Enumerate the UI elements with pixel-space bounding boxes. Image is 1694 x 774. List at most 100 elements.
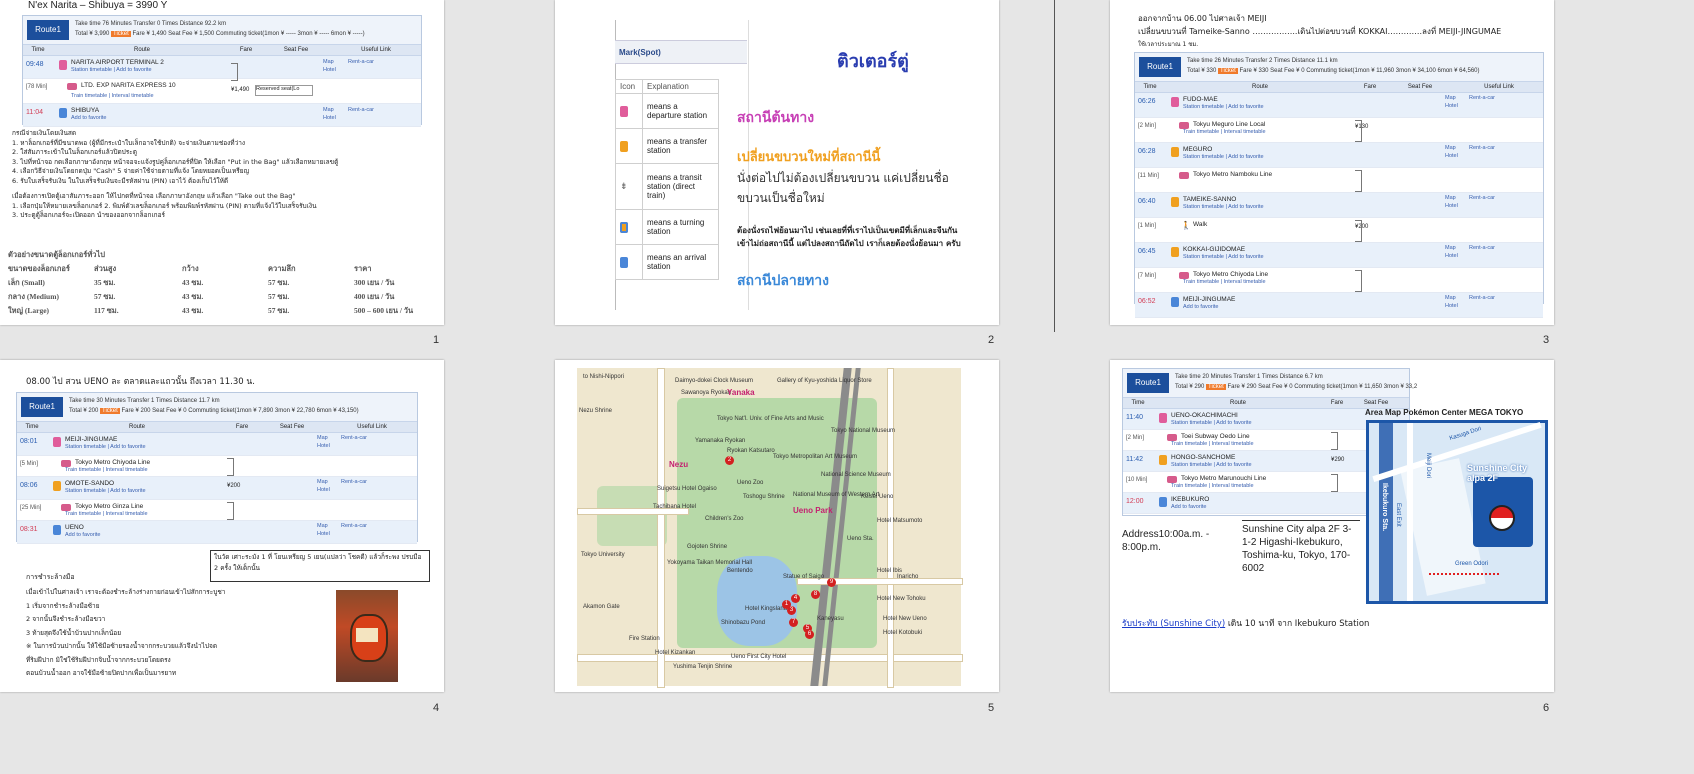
map-pin-icon[interactable]: 6: [805, 630, 814, 639]
rent-a-car-link[interactable]: Rent-a-car: [341, 523, 367, 529]
rent-a-car-link[interactable]: Rent-a-car: [1469, 195, 1495, 201]
fare-value: ¥1,490: [231, 87, 250, 93]
route-panel: Route1 Take time 30 Minutes Transfer 1 T…: [16, 392, 418, 544]
rent-a-car-link[interactable]: Rent-a-car: [348, 107, 374, 113]
map-link[interactable]: Map: [1445, 195, 1456, 201]
map-link[interactable]: Map: [1445, 95, 1456, 101]
map-link[interactable]: Map: [1445, 245, 1456, 251]
hotel-link[interactable]: Hotel: [1445, 153, 1458, 159]
map-label: to Nishi-Nippori: [583, 374, 625, 380]
map-pin-icon[interactable]: 8: [811, 590, 820, 599]
purify-line: ※ ในการบ้วนปากนั้น ให้ใช้มือซ้ายรองน้ำจา…: [26, 642, 218, 650]
map-label: Fire Station: [629, 636, 660, 642]
departure-text: สถานีต้นทาง: [737, 110, 815, 126]
route-columns: Time Route Fare Seat Fee Useful Link: [17, 422, 417, 433]
route-panel: Route1 Take time 26 Minutes Transfer 2 T…: [1134, 52, 1544, 318]
map-label: Keisei Ueno: [861, 494, 894, 500]
map-link[interactable]: Map: [1445, 145, 1456, 151]
map-label: Ryokan Katsutaro: [727, 448, 775, 454]
walk-icon: 🚶: [1181, 221, 1191, 230]
ueno-map: to Nishi-Nippori Daimyo-dokei Clock Museu…: [577, 368, 963, 688]
route-row[interactable]: 08:31 UENO Add to favorite Map Rent-a-car Hot…: [17, 521, 417, 544]
departure-icon: [59, 60, 67, 70]
seat-select[interactable]: Reserved seat(Lo: [255, 85, 313, 96]
route-row[interactable]: [25 Min] Tokyo Metro Ginza Line Train time…: [17, 500, 417, 521]
route-row[interactable]: 11:04 SHIBUYA Add to favorite Map Rent-a…: [23, 104, 421, 127]
map-label: Statue of Saigo: [783, 574, 825, 580]
note-line: 2. ใส่สัมภาระเข้าในในล็อกเกอร์แล้วปิดประ…: [12, 148, 138, 156]
route-row[interactable]: 09:48 NARITA AIRPORT TERMINAL 2 Station …: [23, 56, 421, 79]
route-row[interactable]: [2 Min] Tokyu Meguro Line Local Train time…: [1135, 118, 1543, 143]
route-row[interactable]: 06:45 KOKKAI-GIJIDOMAE Station timetable |…: [1135, 243, 1543, 268]
turning-text: ต้องนั่งรถไฟย้อนมาไป เช่นเลยที่ที่เราไปเ…: [737, 226, 961, 248]
route-row[interactable]: [78 Min] LTD. EXP NARITA EXPRESS 10 Trai…: [23, 79, 421, 104]
slide-4[interactable]: 08.00 ไป สวน UENO ละ ตลาดและแถวนั้น ถึงเ…: [0, 360, 444, 692]
hotel-link[interactable]: Hotel: [317, 443, 330, 449]
slide-2[interactable]: Mark(Spot) Icon Explanation means a depar…: [555, 0, 999, 325]
route-row[interactable]: [7 Min] Tokyo Metro Chiyoda Line Train tim…: [1135, 268, 1543, 293]
slide-number: 6: [1543, 702, 1550, 714]
route-row[interactable]: [1 Min] 🚶 Walk ¥200: [1135, 218, 1543, 243]
hotel-link[interactable]: Hotel: [1445, 253, 1458, 259]
route-row[interactable]: [11 Min] Tokyo Metro Namboku Line: [1135, 168, 1543, 193]
rent-a-car-link[interactable]: Rent-a-car: [348, 59, 374, 65]
transfer-icon: [53, 481, 61, 491]
rent-a-car-link[interactable]: Rent-a-car: [1469, 295, 1495, 301]
map-label: Daimyo-dokei Clock Museum: [675, 378, 754, 384]
rent-a-car-link[interactable]: Rent-a-car: [1469, 245, 1495, 251]
hotel-link[interactable]: Hotel: [1445, 203, 1458, 209]
rent-a-car-link[interactable]: Rent-a-car: [1469, 95, 1495, 101]
hotel-link[interactable]: Hotel: [323, 67, 336, 73]
rent-a-car-link[interactable]: Rent-a-car: [341, 435, 367, 441]
route-badge: Route1: [1127, 373, 1169, 393]
map-link[interactable]: Map: [323, 59, 334, 65]
sunshine-city-link[interactable]: รับประทับ (Sunshine City): [1122, 619, 1225, 629]
route-row[interactable]: 06:28 MEGURO Station timetable | Add to fa…: [1135, 143, 1543, 168]
route-row[interactable]: 06:52 MEIJI-JINGUMAE Add to favorite Map Ren…: [1135, 293, 1543, 318]
locker-size-table: ขนาดของล็อกเกอร์ ส่วนสูง กว้าง ความลึก ราคา …: [8, 264, 414, 315]
map-label: Hotel Kingsland: [745, 606, 788, 612]
map-label: Gallery of Kyu-yoshida Liquor Store: [777, 378, 872, 384]
hotel-link[interactable]: Hotel: [1445, 303, 1458, 309]
slide-6[interactable]: Route1 Take time 20 Minutes Transfer 1 T…: [1110, 360, 1554, 692]
transfer-text: เปลี่ยนขบวนใหม่ที่สถานีนี้: [737, 150, 881, 165]
map-link[interactable]: Map: [317, 523, 328, 529]
hotel-link[interactable]: Hotel: [1445, 103, 1458, 109]
train-icon: [67, 83, 77, 90]
transfer-icon: [620, 140, 628, 152]
area-map-title: Area Map Pokémon Center MEGA TOKYO: [1365, 408, 1524, 417]
map-label: Children's Zoo: [705, 516, 744, 522]
map-label: Ueno Zoo: [737, 480, 764, 486]
map-pin-icon[interactable]: 3: [787, 606, 796, 615]
map-link[interactable]: Map: [323, 107, 334, 113]
map-link[interactable]: Map: [317, 479, 328, 485]
map-label: Hotel Kizankan: [655, 650, 696, 656]
slide-1[interactable]: N'ex Narita – Shibuya = 3990 Y Route1 Ta…: [0, 0, 444, 325]
route-row[interactable]: 06:26 FUDO-MAE Station timetable | Add to …: [1135, 93, 1543, 118]
rent-a-car-link[interactable]: Rent-a-car: [1469, 145, 1495, 151]
hotel-link[interactable]: Hotel: [323, 115, 336, 121]
rent-a-car-link[interactable]: Rent-a-car: [341, 479, 367, 485]
route-row[interactable]: 08:01 MEIJI-JINGUMAE Station timetable | A…: [17, 433, 417, 456]
route-row[interactable]: [5 Min] Tokyo Metro Chiyoda Line Train tim…: [17, 456, 417, 477]
hotel-link[interactable]: Hotel: [317, 531, 330, 537]
map-pin-icon[interactable]: 7: [789, 618, 798, 627]
transit-text: นั่งต่อไปไม่ต้องเปลี่ยนขบวน แค่เปลี่ยนชื…: [737, 171, 949, 205]
map-pin-icon[interactable]: 2: [725, 456, 734, 465]
slide-3[interactable]: ออกจากบ้าน 06.00 ไปศาลเจ้า MEIJI เปลี่ยน…: [1110, 0, 1554, 325]
transfer-icon: [1171, 147, 1179, 157]
slide-5[interactable]: to Nishi-Nippori Daimyo-dokei Clock Museu…: [555, 360, 999, 692]
map-label: Hotel Kotobuki: [883, 630, 923, 636]
map-pin-icon[interactable]: 9: [827, 578, 836, 587]
map-pin-icon[interactable]: 4: [791, 594, 800, 603]
route-row[interactable]: 06:40 TAMEIKE-SANNO Station timetable | Ad…: [1135, 193, 1543, 218]
arrival-icon: [1171, 297, 1179, 307]
route-row[interactable]: 08:06 OMOTE-SANDO Station timetable | Add …: [17, 477, 417, 500]
hotel-link[interactable]: Hotel: [317, 487, 330, 493]
icon-legend-table: Icon Explanation means a departure statio…: [615, 79, 719, 280]
purify-line: 2 จากนั้นจึงชำระล้างมือขวา: [26, 615, 106, 623]
map-label: Inaricho: [897, 574, 919, 580]
route-panel: Route1 Take time 76 Minutes Transfer 0 T…: [22, 15, 422, 127]
map-link[interactable]: Map: [317, 435, 328, 441]
map-link[interactable]: Map: [1445, 295, 1456, 301]
